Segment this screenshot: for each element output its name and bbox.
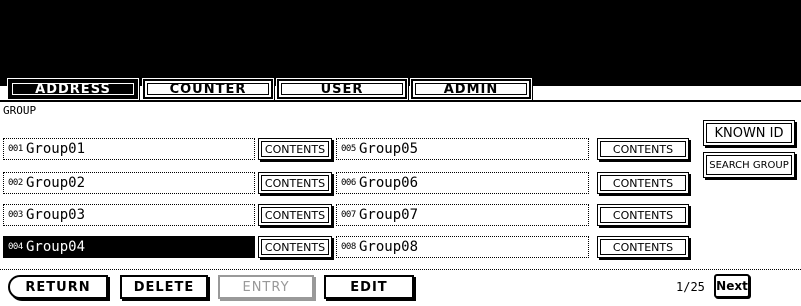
section-label: GROUP <box>3 104 37 117</box>
tab-counter[interactable]: COUNTER <box>142 78 274 100</box>
group-name: Group02 <box>26 175 86 191</box>
next-page-button[interactable]: Next <box>714 274 750 298</box>
header-blank-area <box>0 0 801 86</box>
search-group-button[interactable]: SEARCH GROUP <box>703 152 795 178</box>
contents-button-006[interactable]: CONTENTS <box>597 172 689 194</box>
known-id-button[interactable]: KNOWN ID <box>703 120 795 146</box>
group-number: 006 <box>341 178 356 188</box>
group-name: Group04 <box>26 239 86 255</box>
group-number: 004 <box>8 242 23 252</box>
group-name: Group06 <box>359 175 419 191</box>
contents-button-003[interactable]: CONTENTS <box>258 204 332 226</box>
contents-button-004[interactable]: CONTENTS <box>258 236 332 258</box>
tab-underline <box>0 100 801 102</box>
group-number: 001 <box>8 144 23 154</box>
tab-label: USER <box>320 81 364 97</box>
tab-user[interactable]: USER <box>276 78 408 100</box>
group-name: Group05 <box>359 141 419 157</box>
return-button[interactable]: RETURN <box>8 275 108 299</box>
group-number: 002 <box>8 178 23 188</box>
group-name: Group03 <box>26 207 86 223</box>
entry-button[interactable]: ENTRY <box>218 275 314 299</box>
contents-button-002[interactable]: CONTENTS <box>258 172 332 194</box>
group-row-004[interactable]: 004 Group04 <box>3 236 255 258</box>
group-row-002[interactable]: 002 Group02 <box>3 172 255 194</box>
group-row-007[interactable]: 007 Group07 <box>336 204 589 226</box>
group-row-003[interactable]: 003 Group03 <box>3 204 255 226</box>
group-row-001[interactable]: 001 Group01 <box>3 138 255 160</box>
group-name: Group07 <box>359 207 419 223</box>
tab-address[interactable]: ADDRESS <box>7 78 139 100</box>
delete-button[interactable]: DELETE <box>120 275 208 299</box>
group-row-005[interactable]: 005 Group05 <box>336 138 589 160</box>
group-row-006[interactable]: 006 Group06 <box>336 172 589 194</box>
tab-label: ADDRESS <box>35 81 111 97</box>
contents-button-005[interactable]: CONTENTS <box>597 138 689 160</box>
contents-button-001[interactable]: CONTENTS <box>258 138 332 160</box>
footer-divider <box>0 269 801 270</box>
tab-label: COUNTER <box>169 81 247 97</box>
group-number: 005 <box>341 144 356 154</box>
edit-button[interactable]: EDIT <box>324 275 414 299</box>
tab-label: ADMIN <box>443 81 499 97</box>
group-name: Group01 <box>26 141 86 157</box>
group-number: 003 <box>8 210 23 220</box>
tab-admin[interactable]: ADMIN <box>410 78 532 100</box>
group-name: Group08 <box>359 239 419 255</box>
group-row-008[interactable]: 008 Group08 <box>336 236 589 258</box>
page-indicator: 1/25 <box>676 280 705 294</box>
contents-button-007[interactable]: CONTENTS <box>597 204 689 226</box>
contents-button-008[interactable]: CONTENTS <box>597 236 689 258</box>
group-number: 007 <box>341 210 356 220</box>
group-number: 008 <box>341 242 356 252</box>
